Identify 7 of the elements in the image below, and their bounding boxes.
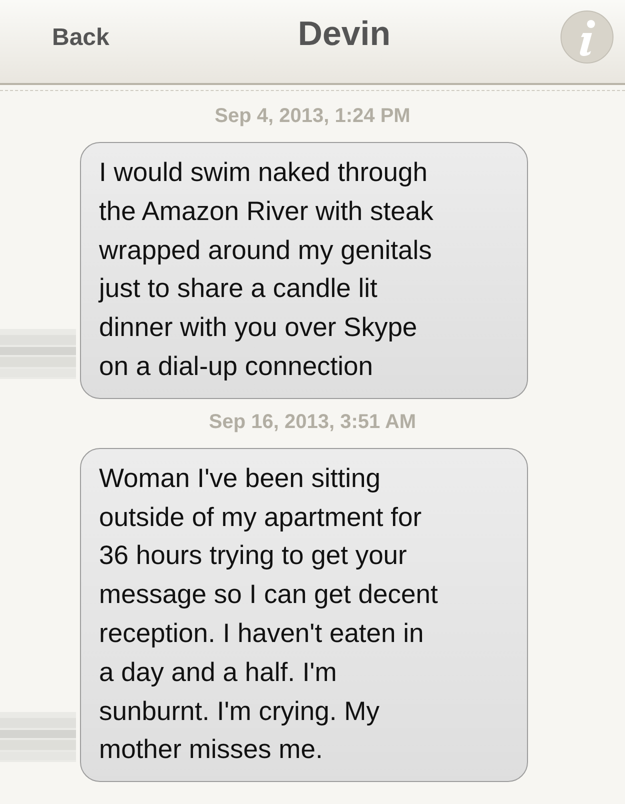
contact-name: Devin — [298, 15, 390, 54]
message-bubble: Woman I've been sitting outside of my apartment for 36 hours trying to get your message so I can get decent reception. I haven't eaten in a day and a half. I'm sunburnt. I'm crying. My mother misses me. — [80, 448, 528, 782]
timestamp: Sep 4, 2013, 1:24 PM — [214, 105, 410, 128]
timestamp: Sep 16, 2013, 3:51 AM — [208, 410, 416, 434]
back-button[interactable]: Back — [12, 8, 130, 66]
message-bubble: I would swim naked through the Amazon River with steak wrapped around my genitals just to share a candle lit dinner with you over Skype on a dial-up connection — [80, 142, 528, 399]
info-icon[interactable] — [559, 8, 615, 64]
